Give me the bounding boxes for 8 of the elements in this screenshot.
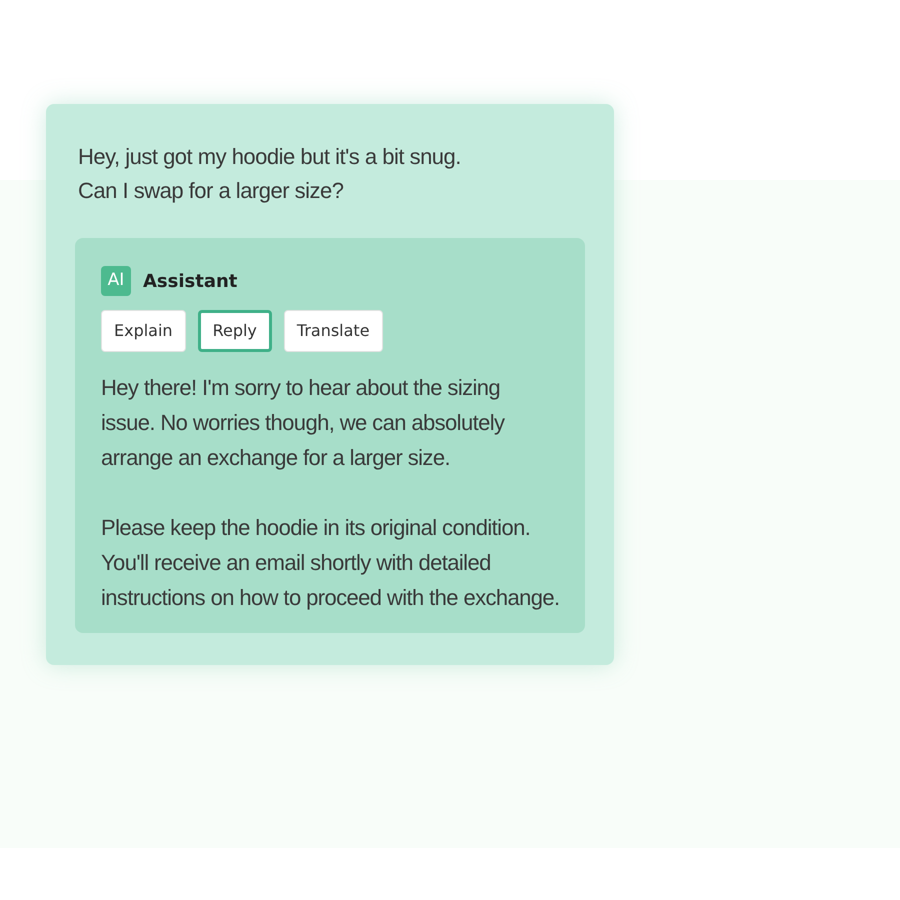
assistant-reply: Hey there! I'm sorry to hear about the sizing issue. No worries though, we can absolutely arrange an exchange for a larger size. [101,374,506,472]
action-button[interactable]: Reply [198,310,272,352]
action-button[interactable]: Explain [101,310,186,352]
assistant-reply: Please keep the hoodie in its original condition. You'll receive an email shortly with detailed instructions on how to proceed with the exchange. [101,514,561,612]
ai-badge: AI [101,266,131,296]
action-button[interactable]: Translate [284,310,383,352]
assistant-name: Assistant [143,270,238,294]
customer-message: Hey, just got my hoodie but it's a bit snug. Can I swap for a larger size? [77,143,462,205]
